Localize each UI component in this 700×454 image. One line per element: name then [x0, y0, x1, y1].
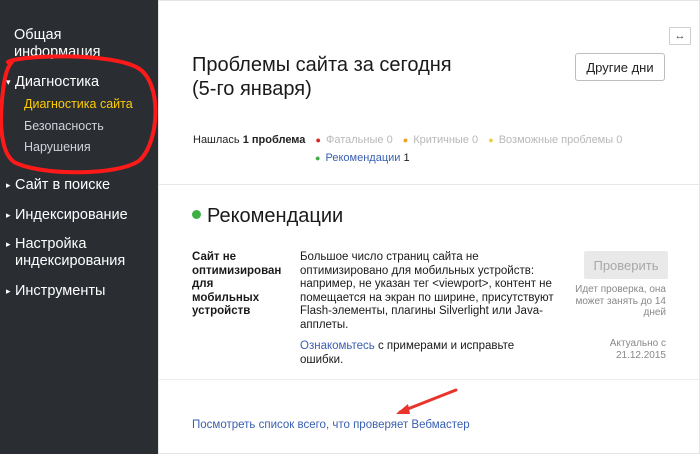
legend-count: 0 — [472, 134, 479, 146]
sidebar-item-site-in-search[interactable]: ▸ Сайт в поиске — [6, 177, 110, 194]
green-dot-icon: ● — [315, 153, 321, 163]
legend-count: 0 — [616, 134, 623, 146]
sidebar: Общая информация ▾ Диагностика Диагностик… — [0, 0, 158, 454]
legend-label: Фатальные — [325, 134, 384, 146]
legend-label: Рекомендации — [325, 152, 401, 164]
legend-label: Возможные проблемы — [498, 134, 614, 146]
actual-since-note: Актуально с 21.12.2015 — [609, 338, 666, 361]
sidebar-item-tools[interactable]: ▸ Инструменты — [6, 283, 105, 300]
chevron-down-icon: ▾ — [6, 77, 11, 87]
issue-name: Сайт не оптимизирован для мобильных устр… — [192, 251, 282, 317]
divider — [159, 379, 699, 380]
main-panel: ↔ Проблемы сайта за сегодня (5-го января… — [158, 0, 700, 454]
page-title-line: Проблемы сайта за сегодня — [192, 54, 452, 76]
green-status-icon — [192, 210, 201, 219]
legend-possible[interactable]: ● Возможные проблемы 0 — [488, 134, 622, 146]
sidebar-item-indexing-settings[interactable]: ▸ Настройка индексирования — [6, 236, 146, 270]
legend-recommendations[interactable]: ● Рекомендации 1 — [315, 152, 410, 164]
other-days-button[interactable]: Другие дни — [575, 53, 665, 81]
yellow-dot-icon: ● — [488, 135, 494, 145]
red-dot-icon: ● — [315, 135, 321, 145]
divider — [159, 184, 699, 185]
sidebar-item-general-info[interactable]: Общая информация — [14, 27, 124, 61]
check-status-note: Идет проверка, она может занять до 14 дн… — [575, 284, 666, 318]
check-button[interactable]: Проверить — [584, 251, 668, 279]
sidebar-item-label: Диагностика — [15, 74, 100, 90]
page-title-date: (5-го января) — [192, 78, 312, 100]
sidebar-item-label: Общая информация — [14, 27, 101, 60]
found-prefix: Нашлась — [193, 134, 240, 146]
all-checks-link[interactable]: Посмотреть список всего, что проверяет В… — [192, 419, 470, 431]
sidebar-subitem-violations[interactable]: Нарушения — [24, 140, 91, 154]
page-title: Проблемы сайта за сегодня (5-го января) — [192, 53, 492, 101]
chevron-right-icon: ▸ — [6, 210, 11, 220]
issue-more: Ознакомьтесь с примерами и исправьте оши… — [300, 340, 555, 367]
legend-label: Критичные — [413, 134, 469, 146]
sidebar-item-label: Настройка индексирования — [15, 236, 126, 269]
issue-description: Большое число страниц сайта не оптимизир… — [300, 251, 554, 331]
sidebar-item-diagnostics[interactable]: ▾ Диагностика — [6, 74, 99, 91]
learn-more-link[interactable]: Ознакомьтесь — [300, 340, 375, 352]
chevron-right-icon: ▸ — [6, 239, 11, 249]
legend-fatal[interactable]: ● Фатальные 0 — [315, 134, 392, 146]
found-count: 1 проблема — [242, 134, 306, 146]
problems-summary: Нашлась 1 проблема ● Фатальные 0 ● Крити… — [193, 134, 622, 146]
legend-count: 0 — [386, 134, 393, 146]
expand-icon[interactable]: ↔ — [669, 27, 691, 45]
section-title: Рекомендации — [192, 205, 343, 228]
chevron-right-icon: ▸ — [6, 180, 11, 190]
orange-dot-icon: ● — [402, 135, 409, 145]
sidebar-item-label: Индексирование — [15, 207, 128, 223]
section-title-text: Рекомендации — [207, 205, 344, 227]
sidebar-subitem-site-diagnostics[interactable]: Диагностика сайта — [24, 97, 133, 111]
chevron-right-icon: ▸ — [6, 286, 11, 296]
legend-critical[interactable]: ● Критичные 0 — [403, 134, 478, 146]
legend-count: 1 — [403, 152, 410, 164]
sidebar-item-indexing[interactable]: ▸ Индексирование — [6, 207, 128, 224]
sidebar-item-label: Инструменты — [15, 283, 106, 299]
sidebar-item-label: Сайт в поиске — [15, 177, 111, 193]
sidebar-subitem-security[interactable]: Безопасность — [24, 119, 104, 133]
